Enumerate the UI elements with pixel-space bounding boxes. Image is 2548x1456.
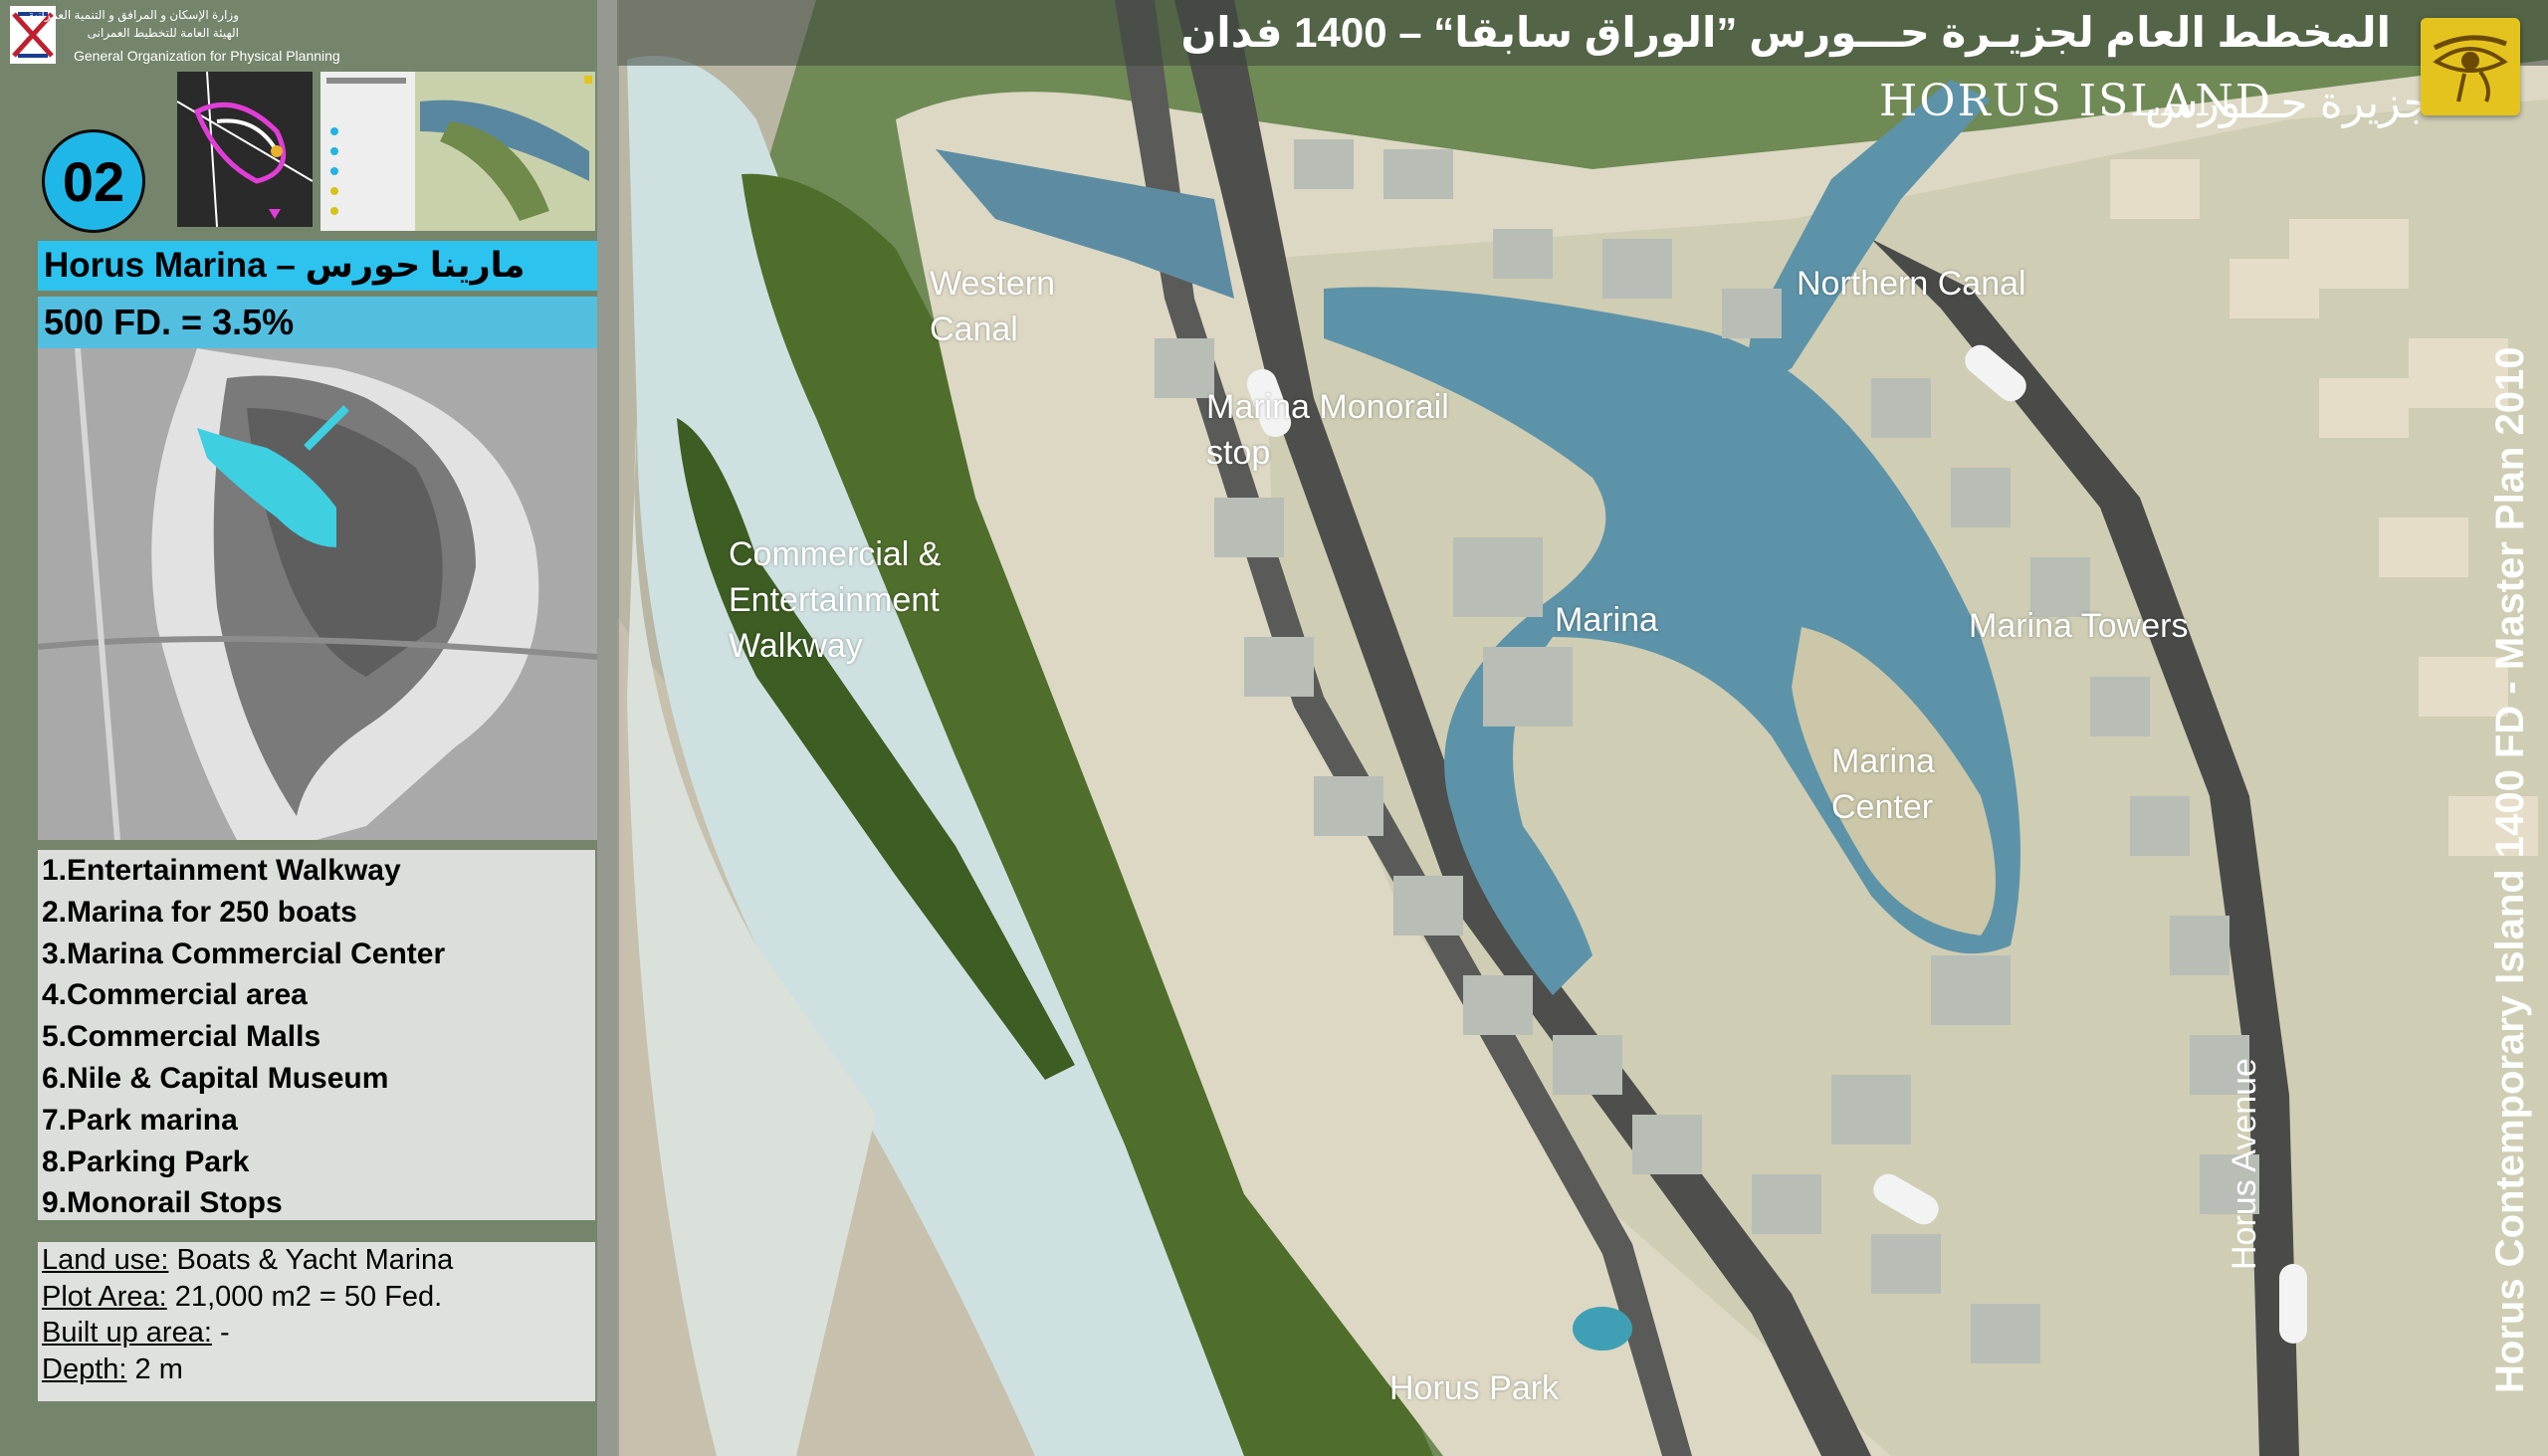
location-thumbnail bbox=[177, 72, 313, 227]
ministry-name-arabic: وزارة الإسكان و المرافق و التنمية العمرا… bbox=[28, 8, 239, 22]
depth-row: Depth: 2 m bbox=[38, 1352, 595, 1388]
project-area-bar: 500 FD. = 3.5% bbox=[38, 297, 597, 348]
info-panel: وزارة الإسكان و المرافق و التنمية العمرا… bbox=[0, 0, 619, 1456]
horus-island-logo-arabic: جزيرة حـــورس bbox=[2145, 79, 2431, 127]
list-item: 3.Marina Commercial Center bbox=[42, 936, 446, 970]
plot-area-label: Plot Area: bbox=[42, 1280, 167, 1313]
built-up-row: Built up area: - bbox=[38, 1315, 595, 1352]
plot-area-value: 21,000 m2 = 50 Fed. bbox=[166, 1280, 443, 1313]
list-item: 8.Parking Park bbox=[42, 1144, 250, 1178]
label-marina-center: Marina Center bbox=[1831, 742, 1935, 826]
built-up-label: Built up area: bbox=[42, 1317, 212, 1349]
project-number-badge: 02 bbox=[42, 129, 145, 233]
label-horus-avenue: Horus Avenue bbox=[2226, 1058, 2263, 1270]
list-item: 9.Monorail Stops bbox=[42, 1186, 283, 1220]
label-monorail-stop: Marina Monorail stop bbox=[1206, 388, 1449, 472]
list-item: 7.Park marina bbox=[42, 1103, 238, 1137]
label-walkway: Commercial & Entertainment Walkway bbox=[729, 535, 942, 665]
built-up-value: - bbox=[211, 1317, 230, 1349]
project-title: Horus Marina – مارينا حورس bbox=[44, 246, 526, 285]
org-name-english: General Organization for Physical Planni… bbox=[74, 48, 340, 64]
side-caption: Horus Contemporary Island 1400 FD - Mast… bbox=[2488, 346, 2532, 1393]
land-use-value: Boats & Yacht Marina bbox=[168, 1244, 454, 1276]
org-name-arabic: الهيئة العامة للتخطيط العمرانى bbox=[87, 26, 239, 40]
depth-label: Depth: bbox=[42, 1352, 127, 1385]
list-item: 2.Marina for 250 boats bbox=[42, 895, 357, 929]
master-plan-thumbnail bbox=[320, 72, 595, 231]
land-use-label: Land use: bbox=[42, 1244, 169, 1276]
project-title-bar: Horus Marina – مارينا حورس bbox=[38, 241, 597, 291]
page-title-arabic: المخطط العام لجزيـرة حـــورس ”الوراق ساب… bbox=[1180, 9, 2391, 56]
list-item: 5.Commercial Malls bbox=[42, 1020, 321, 1054]
eye-of-horus-icon bbox=[2421, 18, 2520, 115]
plot-info-box: Land use: Boats & Yacht Marina Plot Area… bbox=[38, 1242, 595, 1401]
project-area: 500 FD. = 3.5% bbox=[44, 302, 295, 342]
land-use-row: Land use: Boats & Yacht Marina bbox=[38, 1242, 595, 1279]
plot-area-row: Plot Area: 21,000 m2 = 50 Fed. bbox=[38, 1279, 595, 1316]
header-bar: المخطط العام لجزيـرة حـــورس ”الوراق ساب… bbox=[617, 0, 2548, 66]
features-list: 1.Entertainment Walkway 2.Marina for 250… bbox=[38, 850, 595, 1220]
depth-value: 2 m bbox=[126, 1352, 183, 1385]
site-location-map bbox=[38, 348, 597, 840]
label-marina: Marina bbox=[1555, 601, 1658, 639]
list-item: 4.Commercial area bbox=[42, 978, 308, 1012]
label-northern-canal: Northern Canal bbox=[1797, 265, 2026, 303]
list-item: 1.Entertainment Walkway bbox=[42, 854, 401, 887]
label-horus-park: Horus Park bbox=[1389, 1369, 1560, 1407]
list-item: 6.Nile & Capital Museum bbox=[42, 1061, 389, 1095]
label-marina-towers: Marina Towers bbox=[1969, 607, 2189, 645]
label-western-canal: Western Canal bbox=[930, 265, 1055, 348]
